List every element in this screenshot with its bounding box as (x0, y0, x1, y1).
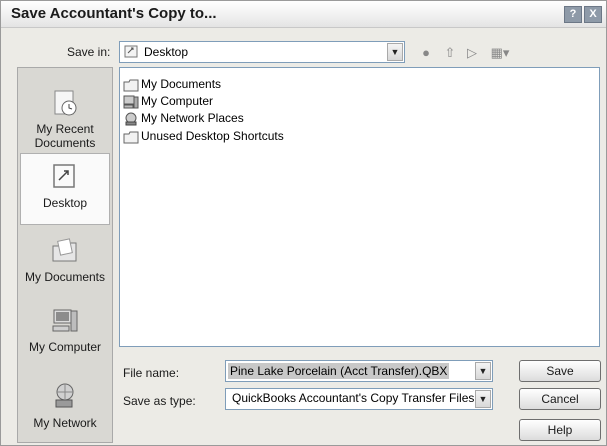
file-name-label: File name: (123, 366, 180, 380)
chevron-down-icon[interactable]: ▼ (387, 43, 403, 61)
chevron-down-icon[interactable]: ▼ (475, 390, 491, 408)
save-in-value: Desktop (144, 45, 189, 59)
place-my-network[interactable]: My Network (18, 382, 112, 430)
save-as-type-value: QuickBooks Accountant's Copy Transfer Fi… (232, 391, 476, 405)
network-icon (55, 383, 74, 408)
new-folder-icon[interactable]: ▷ (463, 44, 481, 62)
back-icon[interactable]: ● (417, 44, 435, 62)
computer-icon (123, 95, 139, 109)
title-help-button[interactable]: ? (564, 6, 582, 23)
places-bar: My Recent Documents Desktop My Documents… (17, 67, 113, 443)
place-my-documents[interactable]: My Documents (18, 236, 112, 284)
file-list[interactable]: My Documents My Computer My Network Plac… (119, 67, 600, 347)
save-as-type-combo[interactable]: QuickBooks Accountant's Copy Transfer Fi… (225, 388, 493, 410)
up-folder-icon[interactable]: ⇧ (441, 44, 459, 62)
file-name: Unused Desktop Shortcuts (141, 129, 284, 143)
place-desktop[interactable]: Desktop (20, 153, 110, 225)
network-icon (125, 112, 137, 126)
file-name-input[interactable]: Pine Lake Porcelain (Acct Transfer).QBX (228, 363, 450, 379)
recent-documents-icon (54, 90, 77, 116)
cancel-button[interactable]: Cancel (519, 388, 601, 410)
views-menu-icon[interactable]: ▦▾ (487, 44, 513, 62)
dialog-title: Save Accountant's Copy to... (11, 5, 217, 22)
file-name: My Network Places (141, 111, 244, 125)
save-as-type-label: Save as type: (123, 394, 196, 408)
place-my-recent-documents[interactable]: My Recent Documents (18, 88, 112, 150)
documents-folder-icon (123, 79, 139, 92)
save-in-label: Save in: (67, 45, 111, 59)
file-name-combo[interactable]: Pine Lake Porcelain (Acct Transfer).QBX … (225, 360, 493, 382)
file-name: My Documents (141, 77, 222, 91)
place-label: Documents (34, 136, 96, 150)
help-button[interactable]: Help (519, 419, 601, 441)
place-label: My Computer (28, 340, 102, 354)
computer-icon (52, 309, 78, 332)
chevron-down-icon[interactable]: ▼ (475, 362, 491, 380)
list-item[interactable]: My Computer (123, 93, 213, 109)
place-my-computer[interactable]: My Computer (18, 306, 112, 354)
list-item[interactable]: Unused Desktop Shortcuts (123, 128, 284, 144)
save-in-combo[interactable]: Desktop ▼ (119, 41, 405, 63)
save-button[interactable]: Save (519, 360, 601, 382)
place-label: My Network (33, 416, 97, 430)
list-item[interactable]: My Documents (123, 76, 221, 92)
list-item[interactable]: My Network Places (123, 110, 244, 126)
title-close-button[interactable]: X (584, 6, 602, 23)
desktop-icon (124, 45, 139, 62)
title-bar[interactable]: Save Accountant's Copy to... ? X (1, 1, 606, 28)
folder-icon (123, 131, 139, 144)
place-label: My Recent (36, 122, 94, 136)
file-name: My Computer (141, 94, 214, 108)
place-label: Desktop (42, 196, 88, 210)
place-label: My Documents (24, 270, 106, 284)
save-dialog: Save Accountant's Copy to... ? X Save in… (0, 0, 607, 446)
desktop-icon (53, 164, 75, 188)
documents-folder-icon (52, 238, 77, 262)
